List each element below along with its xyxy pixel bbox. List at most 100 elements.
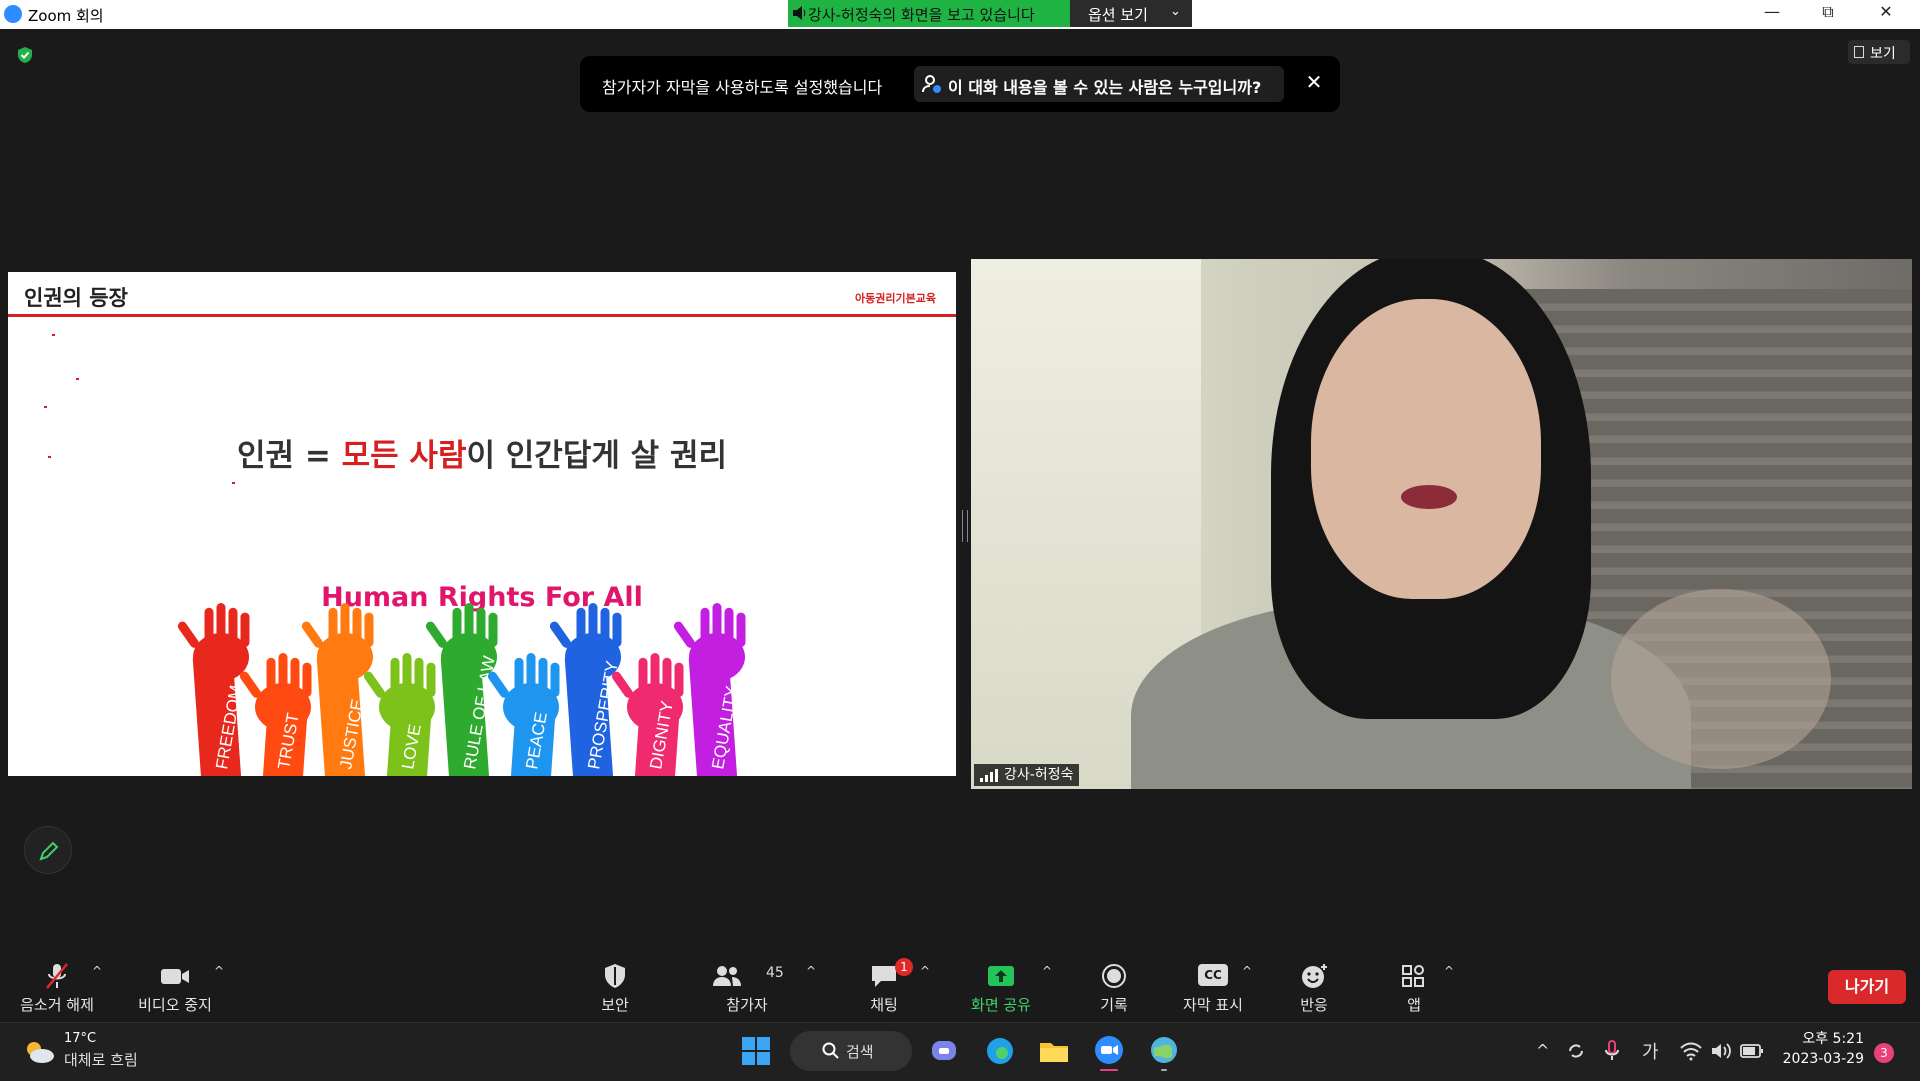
unmute-button[interactable]: 음소거 해제 xyxy=(2,952,112,1022)
sync-icon[interactable] xyxy=(1566,1041,1586,1061)
zoom-logo-icon xyxy=(4,5,22,23)
weather-temperature[interactable]: 17°C xyxy=(64,1031,96,1046)
muted-mic-icon xyxy=(46,963,68,989)
shared-screen-slide: 인권의 등장 아동권리기본교육 인권 = 모든 사람이 인간답게 살 권리 Hu… xyxy=(8,272,956,776)
participants-icon xyxy=(713,966,742,986)
captions-notice: 참가자가 자막을 사용하도록 설정했습니다 이 대화 내용을 볼 수 있는 사람… xyxy=(580,56,1340,112)
speaker-face xyxy=(1311,299,1541,599)
encryption-shield-icon[interactable] xyxy=(16,46,34,64)
apps-icon xyxy=(1402,965,1424,987)
view-options-label: 옵션 보기 xyxy=(1088,6,1148,24)
game-app[interactable] xyxy=(1144,1031,1184,1071)
input-method-indicator[interactable]: 가 xyxy=(1642,1038,1659,1064)
clock-time: 오후 5:21 xyxy=(1802,1031,1864,1047)
audio-options-caret[interactable]: ^ xyxy=(92,964,102,978)
stop-video-label: 비디오 중지 xyxy=(138,996,212,1014)
microphone-icon[interactable] xyxy=(1604,1040,1620,1062)
participant-name-tag: 강사-허정숙 xyxy=(974,764,1080,786)
close-notice-icon[interactable]: ✕ xyxy=(1302,70,1326,94)
security-shield-icon xyxy=(605,964,625,988)
share-status-text: 강사-허정숙의 화면을 보고 있습니다 xyxy=(808,6,1035,24)
clock-date: 2023-03-29 xyxy=(1782,1051,1864,1067)
edge-browser-app[interactable] xyxy=(980,1031,1020,1071)
apps-button[interactable]: 앱 xyxy=(1359,952,1469,1022)
start-button[interactable] xyxy=(736,1031,776,1071)
raised-hand: LOVE xyxy=(363,653,436,776)
notification-badge[interactable]: 3 xyxy=(1874,1043,1894,1063)
minimize-button[interactable]: — xyxy=(1752,2,1792,26)
file-explorer-app[interactable] xyxy=(1034,1031,1074,1071)
restore-button[interactable]: ⧉ xyxy=(1808,2,1848,26)
layout-icon xyxy=(1854,46,1864,58)
system-clock[interactable]: 오후 5:21 2023-03-29 xyxy=(1780,1029,1864,1069)
closed-captions-icon: CC xyxy=(1198,964,1228,986)
pencil-icon xyxy=(39,841,59,861)
security-button[interactable]: 보안 xyxy=(560,952,670,1022)
person-info-icon xyxy=(922,75,941,93)
reactions-button[interactable]: 반응 xyxy=(1259,952,1369,1022)
record-button[interactable]: 기록 xyxy=(1059,952,1169,1022)
chat-label: 채팅 xyxy=(870,996,898,1014)
participants-label: 참가자 xyxy=(726,996,768,1014)
search-icon xyxy=(822,1042,839,1059)
leave-button[interactable]: 나가기 xyxy=(1828,970,1906,1004)
participants-button[interactable]: 45 참가자 xyxy=(692,952,802,1022)
raised-hand: TRUST xyxy=(239,653,312,776)
volume-icon[interactable] xyxy=(1710,1041,1732,1061)
view-options-button[interactable]: 옵션 보기 ⌄ xyxy=(1070,0,1192,27)
record-icon xyxy=(1102,964,1126,988)
close-window-button[interactable]: ✕ xyxy=(1866,2,1906,26)
motion-blur-hand xyxy=(1611,589,1831,769)
participants-count: 45 xyxy=(766,965,784,981)
participant-name: 강사-허정숙 xyxy=(1004,767,1074,783)
smiley-icon xyxy=(1302,964,1327,988)
folder-icon xyxy=(1040,1043,1068,1062)
show-captions-button[interactable]: CC 자막 표시 xyxy=(1158,952,1268,1022)
captions-options-caret[interactable]: ^ xyxy=(1242,964,1252,978)
apps-options-caret[interactable]: ^ xyxy=(1444,964,1454,978)
who-can-see-label: 이 대화 내용을 볼 수 있는 사람은 누구입니까? xyxy=(948,78,1262,97)
view-layout-button[interactable]: 보기 xyxy=(1848,40,1910,64)
participants-options-caret[interactable]: ^ xyxy=(806,964,816,978)
edge-browser-icon xyxy=(987,1038,1013,1064)
meeting-toolbar: 음소거 해제 ^ 비디오 중지 ^ 보안 45 참가자 ^ 1 채팅 ^ 화면 … xyxy=(0,952,1920,1022)
battery-charging-icon[interactable] xyxy=(1740,1043,1764,1059)
record-label: 기록 xyxy=(1100,996,1128,1014)
window-title: Zoom 회의 xyxy=(28,7,104,25)
reactions-label: 반응 xyxy=(1300,996,1328,1014)
taskbar-search[interactable]: 검색 xyxy=(790,1031,912,1071)
raised-hand: DIGNITY xyxy=(611,653,684,776)
teams-chat-app[interactable] xyxy=(924,1031,964,1071)
view-layout-label: 보기 xyxy=(1870,46,1896,62)
raised-hand: PEACE xyxy=(487,653,560,776)
participant-video[interactable]: 강사-허정숙 xyxy=(971,259,1912,789)
chat-unread-badge: 1 xyxy=(895,958,913,976)
wifi-icon[interactable] xyxy=(1680,1041,1702,1061)
cloudy-weather-icon[interactable] xyxy=(22,1039,56,1065)
raised-hands-illustration: FREEDOM TRUST JUSTICE LOVE RULE OF LAW PEACE P… xyxy=(177,603,746,776)
windows-logo-icon xyxy=(742,1037,770,1065)
show-hidden-icons-chevron[interactable]: ^ xyxy=(1536,1041,1549,1060)
globe-app-icon xyxy=(1151,1037,1177,1071)
chat-button[interactable]: 1 채팅 xyxy=(829,952,939,1022)
annotate-button[interactable] xyxy=(24,826,72,874)
unmute-label: 음소거 해제 xyxy=(20,996,94,1014)
share-screen-icon xyxy=(988,966,1014,986)
speaker-mouth xyxy=(1401,485,1457,509)
stop-video-button[interactable]: 비디오 중지 xyxy=(120,952,230,1022)
who-can-see-button[interactable]: 이 대화 내용을 볼 수 있는 사람은 누구입니까? xyxy=(914,66,1284,102)
chat-options-caret[interactable]: ^ xyxy=(920,964,930,978)
zoom-app-icon xyxy=(1095,1036,1123,1072)
captions-notice-message: 참가자가 자막을 사용하도록 설정했습니다 xyxy=(602,78,883,97)
share-options-caret[interactable]: ^ xyxy=(1042,964,1052,978)
share-screen-label: 화면 공유 xyxy=(971,996,1031,1014)
zoom-app[interactable] xyxy=(1089,1031,1129,1072)
split-view-divider[interactable] xyxy=(962,510,968,542)
connection-signal-icon xyxy=(980,769,998,782)
share-screen-button[interactable]: 화면 공유 xyxy=(946,952,1056,1022)
video-camera-icon xyxy=(161,969,189,984)
weather-condition[interactable]: 대체로 흐림 xyxy=(64,1049,138,1070)
search-label: 검색 xyxy=(846,1043,874,1061)
video-options-caret[interactable]: ^ xyxy=(214,964,224,978)
share-status-banner: 강사-허정숙의 화면을 보고 있습니다 xyxy=(788,0,1070,27)
